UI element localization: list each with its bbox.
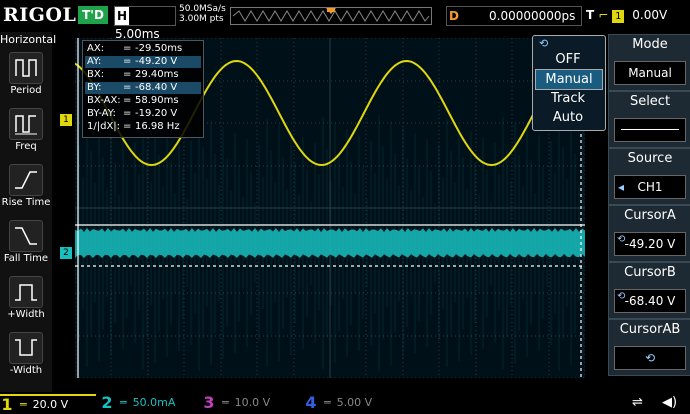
rise-time-icon xyxy=(15,171,37,189)
status-bar: RIGOL T'D H5.00ms 50.0MSa/s 3.00M pts D 0… xyxy=(0,0,690,41)
mode-option-track[interactable]: Track xyxy=(535,89,601,108)
cursor-b-softkey[interactable]: CursorB ⟲ -68.40 V xyxy=(608,262,690,319)
fall-time-label: Fall Time xyxy=(3,253,49,264)
memory-ruler xyxy=(230,7,432,25)
select-value xyxy=(614,118,686,142)
mode-softkey[interactable]: Mode Manual xyxy=(608,34,690,91)
pos-width-button[interactable] xyxy=(9,276,43,308)
fall-time-icon xyxy=(15,227,37,245)
mode-title: Mode xyxy=(632,37,668,52)
softkey-menu: Mode Manual Select Source ◂ CH1 CursorA ⟲… xyxy=(606,32,690,392)
cursor-b-value: ⟲ -68.40 V xyxy=(614,289,686,313)
source-title: Source xyxy=(627,151,673,166)
readout-row-bx-ax: BX-AX: = 58.90ms xyxy=(87,95,179,106)
readout-row-bx: BX: = 29.40ms xyxy=(87,69,179,80)
rise-time-button[interactable] xyxy=(9,164,43,196)
freq-button[interactable] xyxy=(9,108,43,140)
cursor-b-title: CursorB xyxy=(624,265,676,280)
brand-logo: RIGOL xyxy=(3,4,77,26)
delay-label: D xyxy=(449,9,459,23)
readout-row-ax: AX: = -29.50ms xyxy=(87,43,183,54)
neg-width-icon xyxy=(15,339,37,356)
period-button[interactable] xyxy=(9,52,43,84)
pos-width-label: +Width xyxy=(7,309,45,320)
readout-row-by-ay: BY-AY: = -19.20 V xyxy=(87,108,178,119)
select-softkey[interactable]: Select xyxy=(608,91,690,148)
channel-bar: 1 ═ 20.0 V 2 ═ 50.0mA 3 ═ 10.0 V 4 ═ 5.00 V ⇌ ◀) xyxy=(0,392,690,414)
fall-time-button[interactable] xyxy=(9,220,43,252)
neg-width-label: -Width xyxy=(9,365,43,376)
cursor-ab-title: CursorAB xyxy=(619,322,681,337)
cursor-a-value: ⟲ -49.20 V xyxy=(614,232,686,256)
source-value: ◂ CH1 xyxy=(614,175,686,199)
trigger-edge-icon: ⌐ xyxy=(598,8,609,22)
neg-width-button[interactable] xyxy=(9,332,43,364)
cursor-readout-panel: AX: = -29.50ms AY: = -49.20 V BX: = 29.40ms BY… xyxy=(82,40,204,138)
delay-box[interactable]: D 0.00000000ps xyxy=(446,6,582,26)
delay-value: 0.00000000ps xyxy=(489,9,576,23)
rotate-knob-icon: ⟲ xyxy=(539,37,549,50)
trigger-label: T xyxy=(586,8,595,22)
period-icon xyxy=(15,59,37,77)
freq-label: Freq xyxy=(15,141,37,152)
trigger-box[interactable]: T ⌐ 1 0.00V xyxy=(586,6,688,24)
cursor-a-softkey[interactable]: CursorA ⟲ -49.20 V xyxy=(608,205,690,262)
period-label: Period xyxy=(10,85,42,96)
ch1-scale[interactable]: 1 ═ 20.0 V xyxy=(0,394,96,414)
select-line-icon xyxy=(621,129,679,130)
speaker-icon: ◀) xyxy=(662,395,678,410)
rise-time-label: Rise Time xyxy=(1,197,51,208)
pos-width-icon xyxy=(15,284,37,301)
readout-row-inv-dx: 1/|dX|: = 16.98 Hz xyxy=(87,121,180,132)
ch2-level-marker[interactable]: 2 xyxy=(60,247,72,259)
dc-coupling-icon: ═ xyxy=(20,398,27,411)
trigger-level: 0.00V xyxy=(632,8,668,22)
mode-option-manual[interactable]: Manual xyxy=(535,69,603,90)
source-softkey[interactable]: Source ◂ CH1 xyxy=(608,148,690,205)
dc-coupling-icon: ═ xyxy=(120,396,127,409)
measure-panel-title: Horizontal xyxy=(0,33,57,46)
ch4-scale[interactable]: 4 ═ 5.00 V xyxy=(304,394,400,412)
select-title: Select xyxy=(629,94,671,109)
rotate-knob-icon: ⟲ xyxy=(614,346,686,370)
ch2-scale[interactable]: 2 ═ 50.0mA xyxy=(100,394,196,412)
rotate-knob-icon: ⟲ xyxy=(617,291,626,302)
memory-depth: 3.00M pts xyxy=(179,14,224,24)
dc-coupling-icon: ═ xyxy=(222,396,229,409)
trigger-status-badge: T'D xyxy=(78,6,108,24)
mode-option-auto[interactable]: Auto xyxy=(535,108,601,127)
memory-wave-icon xyxy=(232,8,430,22)
mode-value: Manual xyxy=(614,61,686,85)
ch3-scale[interactable]: 3 ═ 10.0 V xyxy=(202,394,298,412)
mode-popup-menu[interactable]: ⟲ OFF Manual Track Auto xyxy=(532,35,606,131)
sample-rate: 50.0MSa/s xyxy=(179,4,226,14)
ch1-level-marker[interactable]: 1 xyxy=(60,114,72,126)
timebase-box[interactable]: H5.00ms xyxy=(114,6,176,41)
usb-icon: ⇌ xyxy=(632,395,643,410)
mode-option-off[interactable]: OFF xyxy=(535,50,601,69)
trigger-source: 1 xyxy=(612,10,625,23)
readout-row-by: BY: = -68.40 V xyxy=(85,82,201,94)
arrow-left-icon: ◂ xyxy=(618,180,625,194)
dc-coupling-icon: ═ xyxy=(324,396,331,409)
readout-row-ay: AY: = -49.20 V xyxy=(85,56,201,68)
cursor-a-title: CursorA xyxy=(624,208,676,223)
rotate-knob-icon: ⟲ xyxy=(617,234,626,245)
sample-info: 50.0MSa/s 3.00M pts xyxy=(179,4,226,24)
freq-icon xyxy=(15,115,37,135)
cursor-ab-softkey[interactable]: CursorAB ⟲ xyxy=(608,319,690,376)
horizontal-label: H xyxy=(115,7,129,25)
measure-panel: Horizontal Period Freq Rise Time Fall Ti… xyxy=(0,32,57,392)
